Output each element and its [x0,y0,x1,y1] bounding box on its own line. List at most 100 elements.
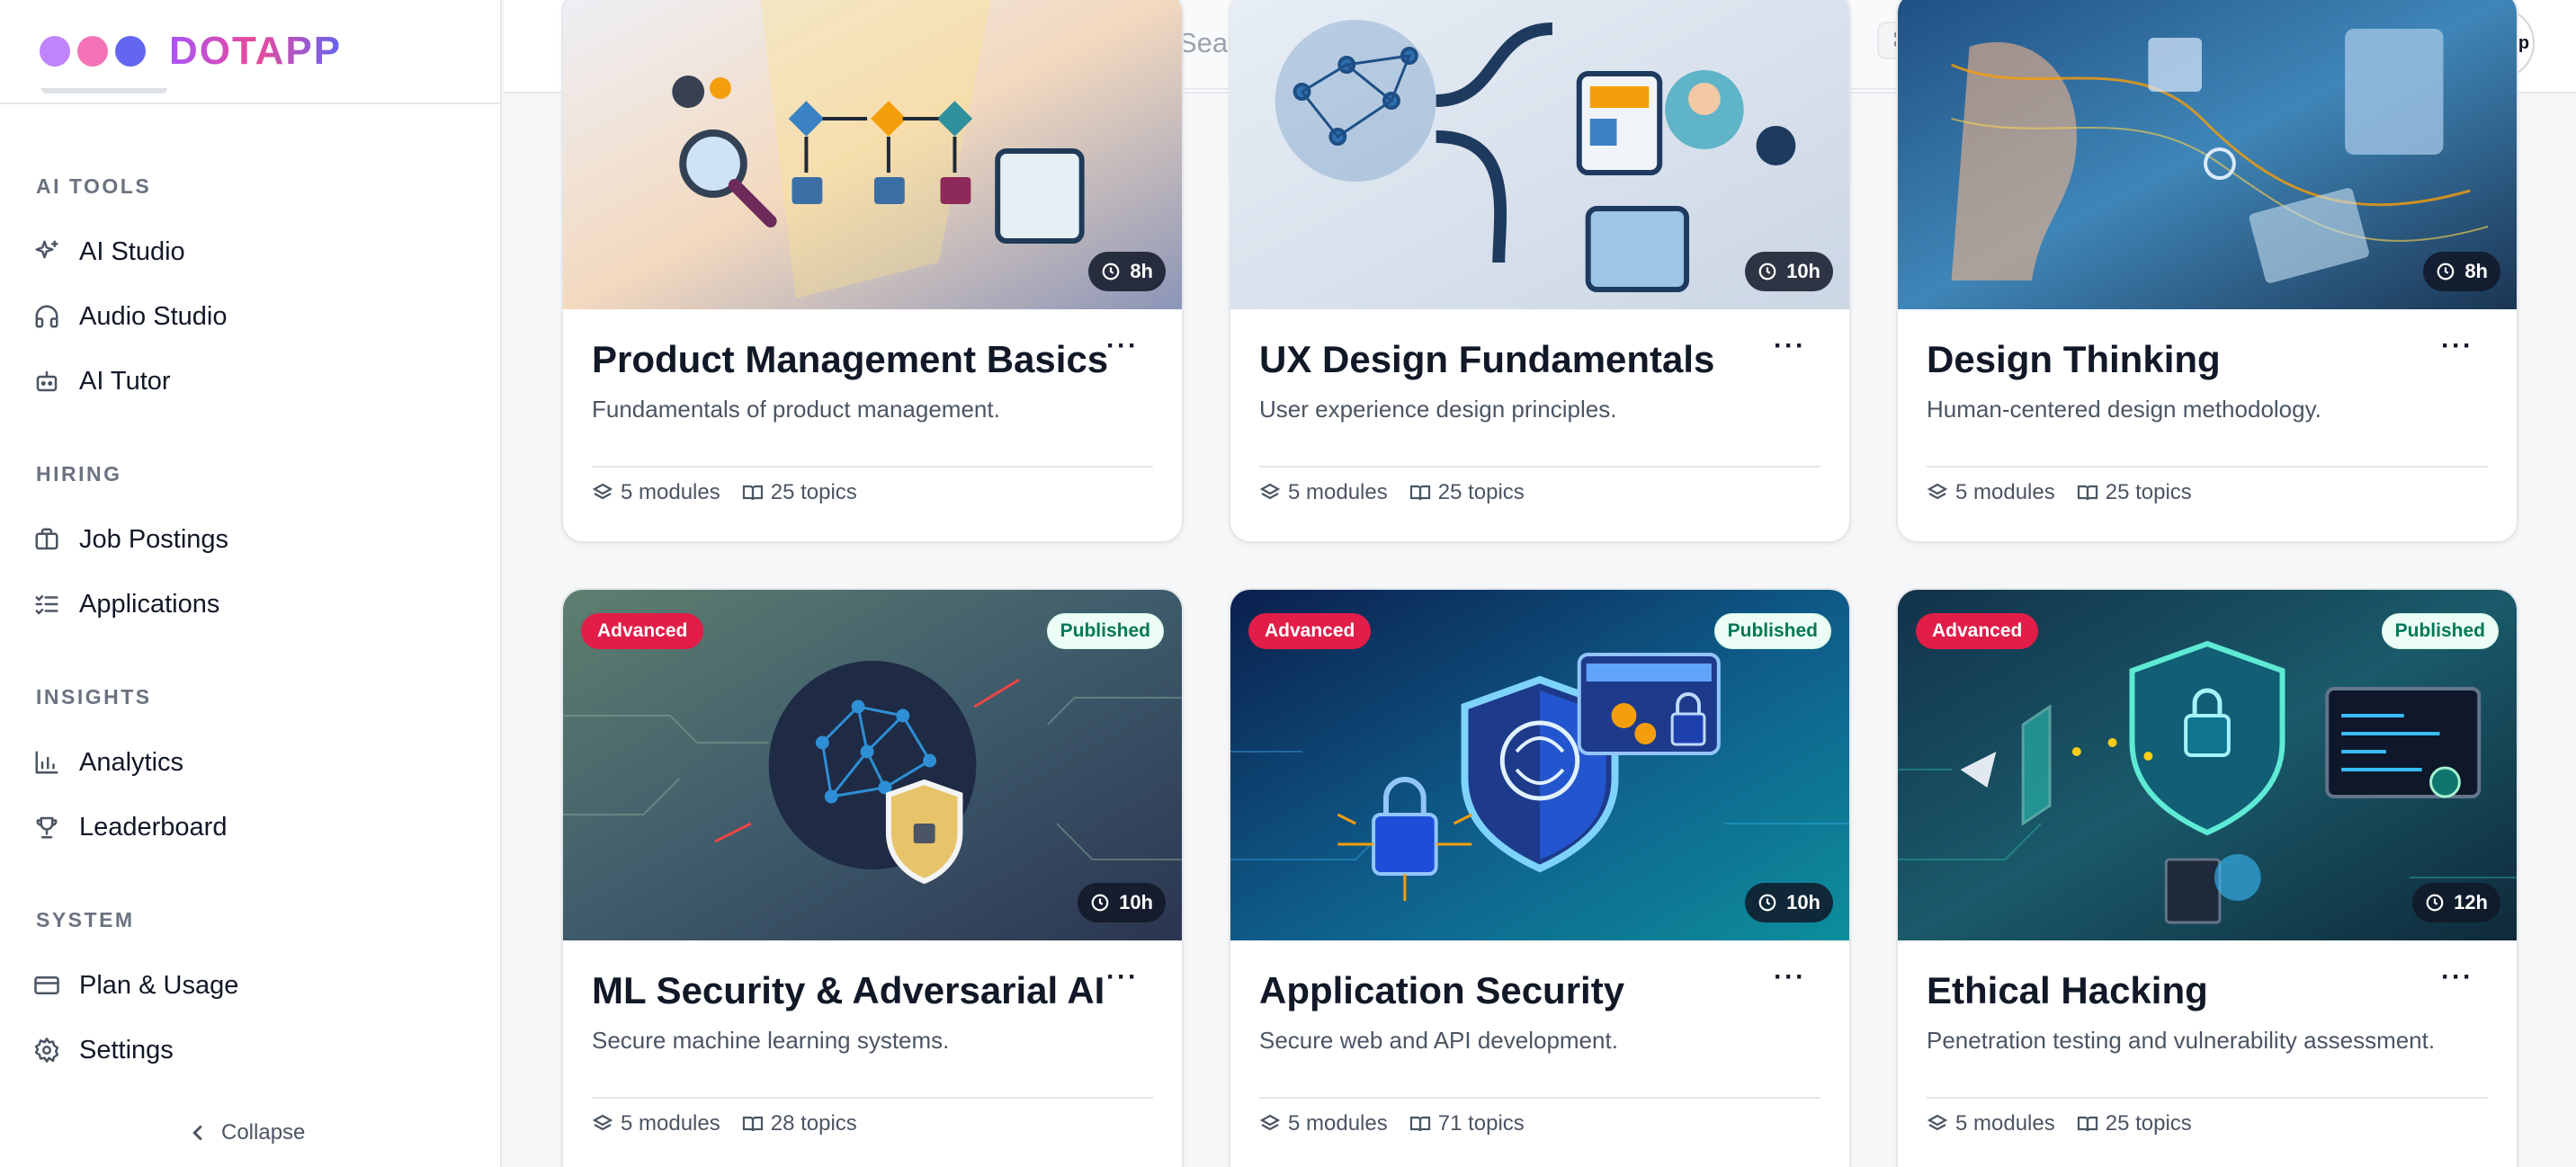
duration-badge: 8h [1088,252,1166,291]
brand-dot-purple [40,36,70,67]
course-title[interactable]: Design Thinking [1927,338,2221,381]
course-meta: 5 modules 25 topics [1927,1111,2192,1136]
course-card[interactable]: 10h UX Design Fundamentals ··· User expe… [1229,0,1851,543]
book-open-icon [1409,1116,1430,1132]
sidebar-item-ai-tutor[interactable]: AI Tutor [32,356,171,406]
course-meta: 5 modules 25 topics [1927,480,2192,505]
course-card[interactable]: 8h Product Management Basics ··· Fundame… [561,0,1184,543]
card-divider [1927,1097,2488,1099]
more-options-button[interactable]: ··· [1106,331,1139,361]
duration-value: 10h [1786,260,1820,282]
course-thumbnail: 10h [1230,0,1849,309]
course-card[interactable]: Advanced Published 10h Application Secur… [1229,588,1851,1167]
sidebar-item-plan-usage[interactable]: Plan & Usage [32,960,238,1011]
status-badge: Published [1046,613,1164,649]
sidebar-item-label: Plan & Usage [79,970,239,1000]
clock-icon [1091,894,1109,912]
course-title[interactable]: Application Security [1259,969,1624,1012]
sidebar-item-leaderboard[interactable]: Leaderboard [32,802,227,852]
course-meta: 5 modules 28 topics [592,1111,857,1136]
sidebar-item-settings[interactable]: Settings [32,1025,174,1075]
headphones-icon [32,302,61,331]
duration-value: 12h [2454,891,2488,913]
course-description: Secure web and API development. [1259,1027,1618,1054]
card-divider [1927,466,2488,468]
more-options-button[interactable]: ··· [1774,962,1806,993]
course-description: Fundamentals of product management. [592,396,1000,423]
course-description: User experience design principles. [1259,396,1617,423]
course-description: Secure machine learning systems. [592,1027,950,1054]
level-badge: Advanced [1248,613,1372,649]
book-open-icon [2077,1116,2097,1132]
layers-icon [1259,483,1281,500]
sidebar-item-job-postings[interactable]: Job Postings [32,514,228,565]
more-options-button[interactable]: ··· [2441,331,2473,361]
duration-badge: 10h [1745,252,1833,291]
sidebar-item-analytics[interactable]: Analytics [32,737,183,788]
list-checks-icon [32,590,61,619]
course-title[interactable]: Ethical Hacking [1927,969,2208,1012]
sidebar-item-clipped[interactable] [32,88,212,106]
layers-icon [1927,483,1948,500]
chevron-left-icon [192,1125,202,1141]
duration-badge: 8h [2423,252,2500,291]
course-thumbnail: Advanced Published 10h [1230,590,1849,940]
briefcase-icon [32,525,61,554]
book-open-icon [1409,485,1430,501]
course-thumbnail: Advanced Published 12h [1898,590,2517,940]
sidebar-item-audio-studio[interactable]: Audio Studio [32,291,227,342]
module-count: 5 modules [1955,1111,2055,1136]
course-thumbnail: 8h [1898,0,2517,309]
bot-icon [32,367,61,396]
layers-icon [1259,1114,1281,1131]
more-options-button[interactable]: ··· [1774,331,1806,361]
book-open-icon [2077,485,2097,501]
book-open-icon [742,1116,763,1132]
brand-name: DOTAPP [169,29,343,73]
course-description: Human-centered design methodology. [1927,396,2321,423]
sidebar-item-applications[interactable]: Applications [32,579,219,629]
duration-value: 10h [1786,891,1820,913]
layers-icon [592,1114,613,1131]
clock-icon [1758,263,1776,281]
module-count: 5 modules [1288,480,1388,504]
sidebar: DOTAPP AI TOOLS AI Studio Audio Studio A… [0,0,502,1167]
status-badge: Published [1713,613,1831,649]
clock-icon [1102,263,1120,281]
level-badge: Advanced [1916,613,2039,649]
sidebar-item-ai-studio[interactable]: AI Studio [32,227,185,277]
more-options-button[interactable]: ··· [2441,962,2473,993]
duration-value: 10h [1119,891,1153,913]
course-title[interactable]: ML Security & Adversarial AI [592,969,1105,1012]
course-title[interactable]: UX Design Fundamentals [1259,338,1714,381]
more-options-button[interactable]: ··· [1106,962,1139,993]
course-title[interactable]: Product Management Basics [592,338,1108,381]
module-count: 5 modules [621,1111,720,1136]
sidebar-item-label: Audio Studio [79,301,228,331]
sidebar-item-label: Job Postings [79,524,229,554]
duration-badge: 10h [1745,883,1833,922]
brand-dot-pink [77,36,108,67]
card-divider [592,1097,1153,1099]
course-card[interactable]: Advanced Published 10h ML Security & Adv… [561,588,1184,1167]
gear-icon [32,1036,61,1065]
section-label-system: SYSTEM [36,908,135,931]
collapse-button[interactable]: Collapse [191,1120,305,1145]
duration-value: 8h [2464,260,2488,282]
card-divider [1259,1097,1820,1099]
sidebar-item-label: AI Studio [79,236,185,266]
trophy-icon [32,813,61,842]
brand-dot-blue [115,36,146,67]
course-meta: 5 modules 25 topics [592,480,857,505]
card-divider [592,466,1153,468]
bar-chart-icon [32,748,61,777]
sidebar-item-label: Analytics [79,747,184,777]
course-description: Penetration testing and vulnerability as… [1927,1027,2436,1054]
course-card[interactable]: 8h Design Thinking ··· Human-centered de… [1896,0,2518,543]
module-count: 5 modules [1955,480,2055,504]
course-card[interactable]: Advanced Published 12h Ethical Hacking ·… [1896,588,2518,1167]
topic-count: 71 topics [1437,1111,1525,1136]
sidebar-item-label: Leaderboard [79,812,228,842]
duration-value: 8h [1130,260,1153,282]
sidebar-item-label: AI Tutor [79,366,171,396]
